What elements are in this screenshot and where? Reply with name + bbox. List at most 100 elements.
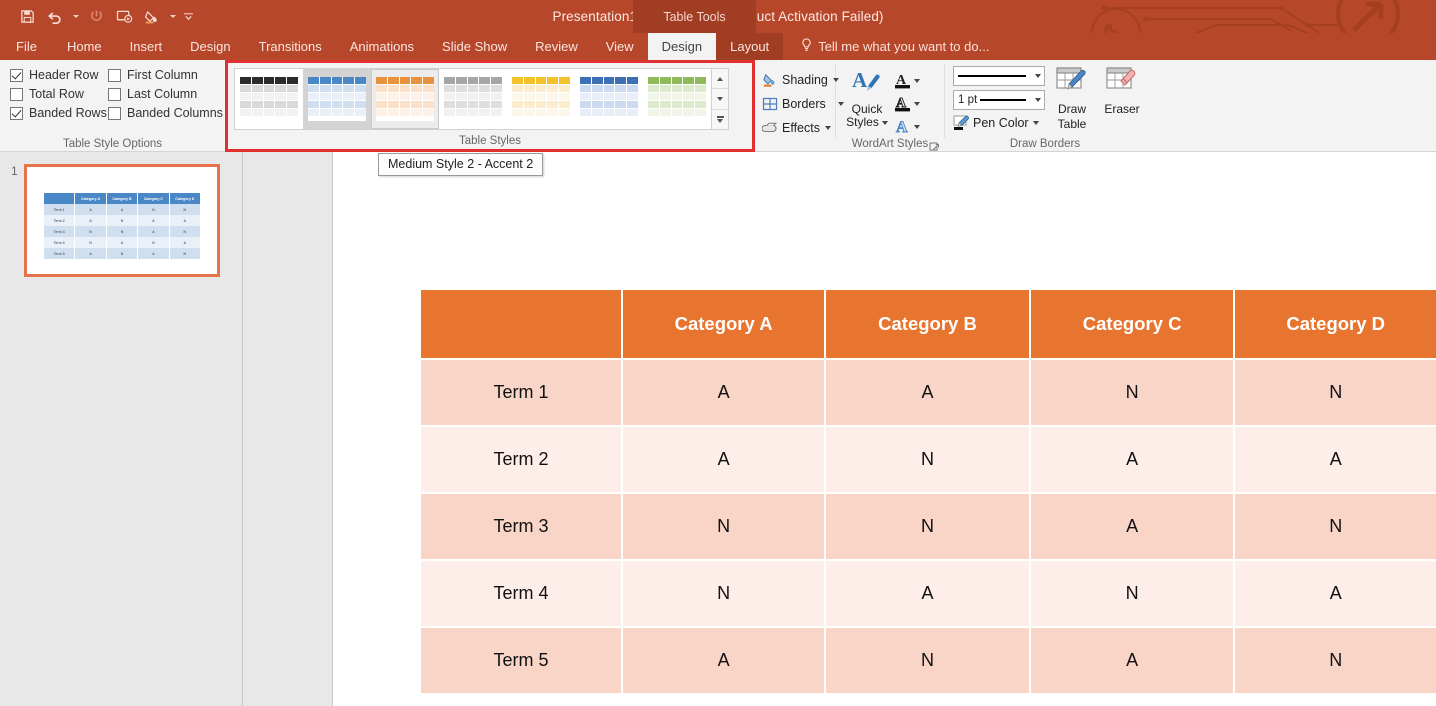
customize-qat-icon[interactable]: [180, 5, 196, 29]
gallery-scroll-down-icon[interactable]: [712, 89, 728, 110]
text-outline-button[interactable]: A: [894, 92, 920, 115]
checkbox-header-row[interactable]: Header Row: [10, 68, 108, 82]
gallery-scroll-up-icon[interactable]: [712, 69, 728, 90]
tab-transitions[interactable]: Transitions: [245, 33, 336, 60]
pen-weight-combo[interactable]: 1 pt: [953, 90, 1045, 110]
shading-button[interactable]: Shading: [761, 68, 839, 92]
save-icon[interactable]: [14, 5, 40, 29]
table-cell[interactable]: N: [623, 494, 827, 561]
tab-review[interactable]: Review: [521, 33, 592, 60]
table-cell[interactable]: N: [826, 427, 1031, 494]
table-style-thumb-6[interactable]: [575, 69, 643, 129]
tab-file[interactable]: File: [0, 33, 53, 60]
last-column-checkbox-box[interactable]: [108, 87, 121, 101]
tab-design[interactable]: Design: [176, 33, 244, 60]
table-cell[interactable]: A: [826, 561, 1031, 628]
table-cell[interactable]: N: [1030, 561, 1236, 628]
draw-table-button[interactable]: Draw Table: [1049, 66, 1095, 131]
pen-style-dropdown-icon[interactable]: [1030, 74, 1044, 78]
quick-styles-dropdown-icon[interactable]: [881, 120, 888, 125]
table-style-thumb-1[interactable]: [235, 69, 303, 129]
effects-dropdown-icon[interactable]: [824, 126, 831, 130]
checkbox-banded-columns[interactable]: Banded Columns: [108, 106, 225, 120]
table-cell[interactable]: Term 5: [421, 628, 623, 695]
header-row-checkbox-box[interactable]: [10, 68, 23, 82]
table-cell[interactable]: N: [1030, 360, 1236, 427]
pen-color-button[interactable]: Pen Color: [953, 114, 1049, 131]
slide-canvas[interactable]: Category A Category B Category C Categor…: [333, 152, 1436, 706]
text-effects-button[interactable]: A: [894, 115, 920, 138]
table-style-thumb-7[interactable]: [643, 69, 711, 129]
table-style-thumb-3[interactable]: [371, 69, 439, 129]
table-cell[interactable]: A: [826, 360, 1031, 427]
table-cell[interactable]: A: [623, 360, 827, 427]
fill-color-dropdown-icon[interactable]: [167, 5, 178, 29]
gallery-scrollbar[interactable]: [712, 68, 729, 130]
table-header-cell[interactable]: Category B: [826, 290, 1031, 360]
table-header-cell[interactable]: Category A: [623, 290, 827, 360]
table-cell[interactable]: N: [623, 561, 827, 628]
table-cell[interactable]: A: [1235, 561, 1436, 628]
borders-button[interactable]: Borders: [761, 92, 844, 116]
eraser-button[interactable]: Eraser: [1099, 66, 1145, 131]
slide-thumbnail-pane[interactable]: 1 Category A Category B Category C Categ…: [0, 152, 243, 706]
table-cell[interactable]: Term 1: [421, 360, 623, 427]
table-cell[interactable]: N: [826, 628, 1031, 695]
pen-color-dropdown-icon[interactable]: [1032, 120, 1039, 125]
table-cell[interactable]: A: [1030, 494, 1236, 561]
table-header-cell[interactable]: Category D: [1235, 290, 1436, 360]
text-effects-dropdown-icon[interactable]: [914, 124, 920, 129]
checkbox-total-row[interactable]: Total Row: [10, 87, 108, 101]
undo-dropdown-icon[interactable]: [70, 5, 81, 29]
table-style-thumb-4[interactable]: [439, 69, 507, 129]
table-cell[interactable]: A: [1030, 628, 1236, 695]
checkbox-last-column[interactable]: Last Column: [108, 87, 225, 101]
table-cell[interactable]: Term 2: [421, 427, 623, 494]
table-cell[interactable]: Term 3: [421, 494, 623, 561]
pen-style-combo[interactable]: [953, 66, 1045, 86]
undo-icon[interactable]: [42, 5, 68, 29]
tab-animations[interactable]: Animations: [336, 33, 428, 60]
total-row-checkbox-box[interactable]: [10, 87, 23, 101]
text-outline-dropdown-icon[interactable]: [914, 101, 920, 106]
tab-table-design[interactable]: Design: [647, 33, 717, 60]
table-cell[interactable]: A: [623, 628, 827, 695]
table-header-cell[interactable]: [421, 290, 623, 360]
slide-thumbnail-1[interactable]: Category A Category B Category C Categor…: [24, 164, 220, 277]
table-cell[interactable]: N: [1235, 628, 1436, 695]
table-cell[interactable]: A: [1235, 427, 1436, 494]
table-cell[interactable]: N: [826, 494, 1031, 561]
wordart-dialog-launcher-icon[interactable]: [929, 140, 940, 151]
checkbox-banded-rows[interactable]: Banded Rows: [10, 106, 108, 120]
slide-table[interactable]: Category A Category B Category C Categor…: [421, 290, 1436, 695]
table-styles-gallery[interactable]: [234, 68, 712, 130]
table-header-cell[interactable]: Category C: [1030, 290, 1236, 360]
tab-view[interactable]: View: [592, 33, 648, 60]
banded-columns-checkbox-box[interactable]: [108, 106, 121, 120]
table-cell[interactable]: A: [623, 427, 827, 494]
tab-home[interactable]: Home: [53, 33, 116, 60]
tab-table-layout[interactable]: Layout: [716, 33, 784, 60]
redo-icon[interactable]: [83, 5, 109, 29]
table-style-thumb-5[interactable]: [507, 69, 575, 129]
banded-rows-checkbox-box[interactable]: [10, 106, 23, 120]
table-cell[interactable]: N: [1235, 360, 1436, 427]
tab-slide-show[interactable]: Slide Show: [428, 33, 521, 60]
fill-color-icon[interactable]: [139, 5, 165, 29]
slide-thumbnail-item-1[interactable]: 1 Category A Category B Category C Categ…: [11, 164, 220, 277]
table-style-thumb-2[interactable]: [303, 69, 371, 129]
gallery-more-styles-icon[interactable]: [712, 110, 728, 129]
text-fill-dropdown-icon[interactable]: [914, 78, 920, 83]
quick-styles-button[interactable]: A Quick Styles: [840, 66, 894, 138]
start-slideshow-icon[interactable]: [111, 5, 137, 29]
first-column-checkbox-box[interactable]: [108, 68, 121, 82]
checkbox-first-column[interactable]: First Column: [108, 68, 225, 82]
tell-me-search[interactable]: Tell me what you want to do...: [783, 33, 989, 60]
table-cell[interactable]: A: [1030, 427, 1236, 494]
effects-button[interactable]: Effects: [761, 116, 835, 140]
pen-weight-dropdown-icon[interactable]: [1030, 98, 1044, 102]
table-cell[interactable]: N: [1235, 494, 1436, 561]
tab-insert[interactable]: Insert: [116, 33, 177, 60]
table-cell[interactable]: Term 4: [421, 561, 623, 628]
text-fill-button[interactable]: A: [894, 69, 920, 92]
